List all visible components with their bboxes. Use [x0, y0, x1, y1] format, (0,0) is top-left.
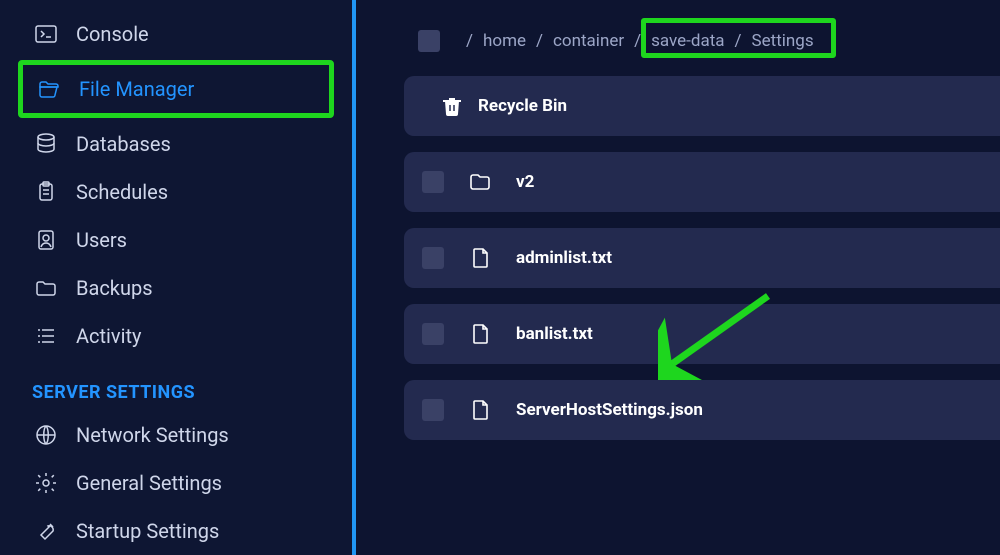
breadcrumb: / home / container / save-data / Setting… — [356, 24, 1000, 58]
sidebar-item-console[interactable]: Console — [0, 12, 342, 56]
row-checkbox[interactable] — [422, 247, 444, 269]
sidebar-item-label: Network Settings — [76, 423, 229, 447]
sidebar-item-label: Schedules — [76, 180, 168, 204]
sidebar-item-databases[interactable]: Databases — [0, 122, 342, 166]
breadcrumb-segment[interactable]: / — [462, 28, 477, 54]
sidebar-item-label: General Settings — [76, 471, 222, 495]
row-checkbox[interactable] — [422, 171, 444, 193]
breadcrumb-segment[interactable]: home — [479, 28, 530, 54]
file-name: banlist.txt — [516, 324, 593, 344]
sidebar-section-header: SERVER SETTINGS — [0, 362, 352, 409]
sidebar: Console File Manager Databases Schedules — [0, 0, 356, 555]
sidebar-item-general-settings[interactable]: General Settings — [0, 461, 342, 505]
folder-icon — [468, 170, 492, 194]
sidebar-item-activity[interactable]: Activity — [0, 314, 342, 358]
sidebar-item-users[interactable]: Users — [0, 218, 342, 262]
sidebar-item-backups[interactable]: Backups — [0, 266, 342, 310]
file-name: v2 — [516, 172, 534, 192]
row-checkbox[interactable] — [422, 399, 444, 421]
globe-icon — [34, 423, 58, 447]
gear-icon — [34, 471, 58, 495]
select-all-checkbox[interactable] — [418, 30, 440, 52]
file-icon — [468, 322, 492, 346]
main-panel: / home / container / save-data / Setting… — [356, 0, 1000, 555]
sidebar-item-startup-settings[interactable]: Startup Settings — [0, 509, 342, 553]
file-row[interactable]: banlist.txt — [404, 304, 1000, 364]
database-icon — [34, 132, 58, 156]
file-icon — [468, 398, 492, 422]
wrench-icon — [34, 519, 58, 543]
file-name: adminlist.txt — [516, 248, 612, 268]
recycle-bin-row[interactable]: Recycle Bin — [404, 76, 1000, 136]
sidebar-item-label: Activity — [76, 324, 141, 348]
file-name: Recycle Bin — [478, 96, 567, 116]
annotation-highlight-sidebar: File Manager — [18, 60, 334, 118]
sidebar-item-label: Startup Settings — [76, 519, 219, 543]
breadcrumb-segment[interactable]: container — [549, 28, 628, 54]
sidebar-item-file-manager[interactable]: File Manager — [23, 67, 329, 111]
sidebar-item-network-settings[interactable]: Network Settings — [0, 413, 342, 457]
row-checkbox[interactable] — [422, 323, 444, 345]
file-row[interactable]: ServerHostSettings.json — [404, 380, 1000, 440]
archive-icon — [34, 276, 58, 300]
folder-open-icon — [37, 77, 61, 101]
breadcrumb-segment: / — [532, 28, 547, 54]
file-list: Recycle Bin v2 adminlist.txt — [356, 76, 1000, 440]
sidebar-item-label: Console — [76, 22, 149, 46]
file-name: ServerHostSettings.json — [516, 400, 703, 420]
sidebar-item-label: Databases — [76, 132, 171, 156]
user-badge-icon — [34, 228, 58, 252]
trash-icon — [440, 94, 464, 118]
sidebar-item-schedules[interactable]: Schedules — [0, 170, 342, 214]
sidebar-item-label: Backups — [76, 276, 153, 300]
file-icon — [468, 246, 492, 270]
terminal-icon — [34, 22, 58, 46]
sidebar-item-label: File Manager — [79, 77, 194, 101]
annotation-highlight-breadcrumb — [641, 18, 836, 58]
sidebar-item-label: Users — [76, 228, 127, 252]
list-icon — [34, 324, 58, 348]
clipboard-icon — [34, 180, 58, 204]
file-row[interactable]: adminlist.txt — [404, 228, 1000, 288]
file-row[interactable]: v2 — [404, 152, 1000, 212]
